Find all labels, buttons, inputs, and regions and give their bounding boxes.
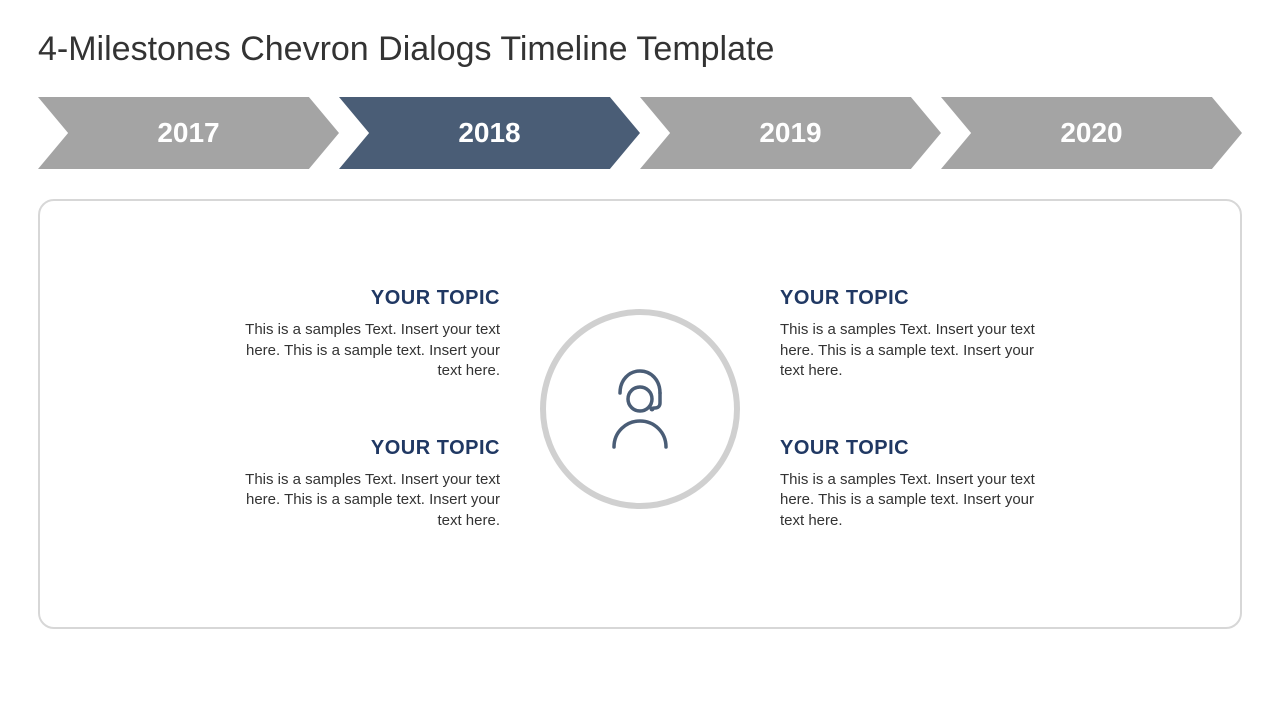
- chevron-2020: 2020: [941, 97, 1242, 169]
- chevron-label: 2018: [458, 117, 520, 149]
- chevron-label: 2019: [759, 117, 821, 149]
- topic-title: YOUR TOPIC: [780, 437, 1060, 460]
- topic-block: YOUR TOPIC This is a samples Text. Inser…: [220, 287, 500, 381]
- topic-body: This is a samples Text. Insert your text…: [780, 320, 1060, 381]
- topic-block: YOUR TOPIC This is a samples Text. Inser…: [780, 437, 1060, 531]
- chevron-2017: 2017: [38, 97, 339, 169]
- left-column: YOUR TOPIC This is a samples Text. Inser…: [220, 287, 500, 531]
- chevron-label: 2017: [157, 117, 219, 149]
- topic-title: YOUR TOPIC: [220, 287, 500, 310]
- chevron-2018: 2018: [339, 97, 640, 169]
- topic-block: YOUR TOPIC This is a samples Text. Inser…: [220, 437, 500, 531]
- topic-title: YOUR TOPIC: [780, 287, 1060, 310]
- topic-block: YOUR TOPIC This is a samples Text. Inser…: [780, 287, 1060, 381]
- topic-body: This is a samples Text. Insert your text…: [780, 470, 1060, 531]
- chevron-timeline: 2017 2018 2019 2020: [38, 97, 1242, 169]
- page-title: 4-Milestones Chevron Dialogs Timeline Te…: [38, 30, 1242, 69]
- content-panel: YOUR TOPIC This is a samples Text. Inser…: [38, 199, 1242, 629]
- headset-person-icon: [540, 309, 740, 509]
- topic-body: This is a samples Text. Insert your text…: [220, 470, 500, 531]
- chevron-2019: 2019: [640, 97, 941, 169]
- topic-body: This is a samples Text. Insert your text…: [220, 320, 500, 381]
- right-column: YOUR TOPIC This is a samples Text. Inser…: [780, 287, 1060, 531]
- topic-title: YOUR TOPIC: [220, 437, 500, 460]
- chevron-label: 2020: [1060, 117, 1122, 149]
